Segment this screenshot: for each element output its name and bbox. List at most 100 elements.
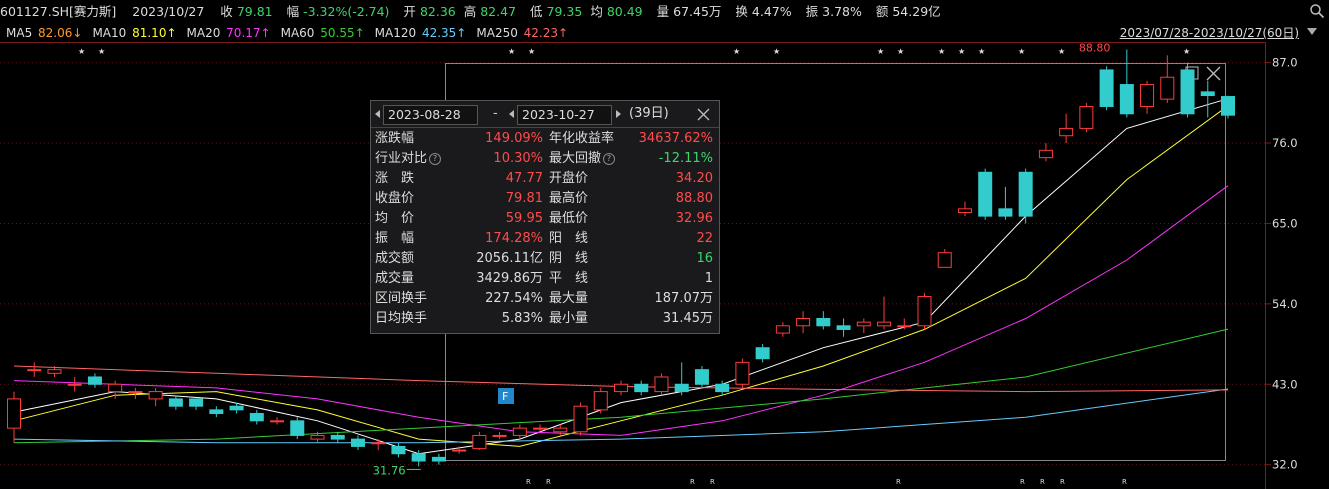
avg-label: 均: [590, 4, 603, 19]
stat-value: 34637.62%: [638, 131, 713, 146]
y-tick-label: 32.0: [1272, 458, 1298, 472]
start-date-field[interactable]: 2023-08-28: [383, 105, 478, 125]
candle-down: [978, 171, 993, 217]
help-icon[interactable]: ?: [429, 152, 442, 165]
panel-header: 2023-08-28 - 2023-10-27 (39日): [371, 101, 719, 128]
quote-header: 601127.SH[赛力斯] 2023/10/27 收 79.81 幅 -3.32%…: [0, 0, 1329, 24]
r-marker: R: [710, 478, 715, 486]
candle-up: [593, 391, 608, 411]
candle-up: [452, 449, 467, 452]
candle-down: [350, 438, 365, 447]
candle-down: [189, 398, 204, 407]
stat-value: 187.07万: [654, 291, 714, 306]
r-marker: R: [1020, 478, 1025, 486]
prev-start-icon[interactable]: [375, 110, 380, 118]
open-label: 开: [403, 4, 416, 19]
stat-value: 88.80: [675, 191, 713, 206]
turnover-label: 换: [735, 4, 748, 19]
avg-value: 80.49: [606, 4, 643, 19]
prev-end-icon[interactable]: [509, 110, 514, 118]
ma-value-ma250: 42.23↑: [523, 26, 569, 40]
candle-down: [330, 434, 345, 440]
candle-up: [310, 434, 325, 440]
candle-up: [614, 383, 628, 393]
candle-down: [249, 413, 264, 422]
high-price-label: 88.80: [1079, 42, 1111, 54]
r-marker: R: [526, 478, 531, 486]
candle-up: [7, 398, 21, 429]
candle-up: [1038, 149, 1053, 159]
candle-up: [937, 252, 952, 268]
event-star-icon: ★: [1058, 47, 1065, 56]
low-price-label: 31.76: [373, 463, 406, 477]
close-icon[interactable]: [697, 108, 710, 121]
ma-name-ma20: MA20: [186, 26, 225, 40]
ma-value-ma120: 42.35↑: [421, 26, 467, 40]
next-end-icon[interactable]: [616, 110, 621, 118]
help-icon[interactable]: ?: [603, 152, 616, 165]
event-star-icon: ★: [897, 47, 904, 56]
stat-value: 31.45万: [662, 311, 713, 326]
close-label: 收: [220, 4, 233, 19]
r-marker: R: [1122, 478, 1127, 486]
y-tick-label: 65.0: [1272, 216, 1298, 230]
end-date-field[interactable]: 2023-10-27: [517, 105, 612, 125]
ma-name-ma250: MA250: [476, 26, 522, 40]
ma-name-ma10: MA10: [92, 26, 131, 40]
event-star-icon: ★: [78, 47, 85, 56]
ma-name-ma60: MA60: [280, 26, 319, 40]
day-count: (39日): [629, 106, 669, 121]
candle-down: [715, 383, 730, 393]
stat-value: 174.28%: [485, 231, 543, 246]
event-star-icon: ★: [98, 47, 105, 56]
candle-up: [735, 361, 750, 385]
candle-down: [1200, 91, 1215, 97]
candle-up: [1160, 76, 1175, 100]
candle-down: [1180, 69, 1195, 115]
candle-up: [654, 376, 669, 393]
event-star-icon: ★: [733, 47, 740, 56]
ma-value-ma5: 82.06↓: [38, 26, 83, 40]
search-icon[interactable]: [1309, 3, 1325, 19]
y-tick-label: 76.0: [1272, 136, 1298, 150]
candle-down: [1099, 69, 1114, 107]
candle-up: [371, 442, 386, 445]
candle-up: [775, 325, 790, 334]
stat-value: 149.09%: [485, 131, 543, 146]
low-value: 79.35: [546, 4, 583, 19]
stat-value: 227.54%: [485, 291, 543, 306]
stat-value: 5.83%: [501, 311, 543, 326]
candle-down: [168, 398, 183, 407]
event-star-icon: ★: [1018, 47, 1025, 56]
candle-down: [836, 325, 851, 330]
event-star-icon: ★: [773, 47, 780, 56]
candle-up: [1140, 84, 1155, 107]
low-label: 低: [530, 4, 543, 19]
candle-down: [87, 376, 102, 385]
ma-name-ma5: MA5: [6, 26, 37, 40]
candle-up: [796, 317, 811, 327]
f-badge-label: F: [502, 390, 508, 403]
high-label: 高: [463, 4, 477, 19]
candle-up: [1059, 127, 1074, 137]
candle-down: [674, 383, 689, 393]
high-value: 82.47: [480, 4, 517, 19]
candle-down: [411, 453, 426, 462]
range-selector[interactable]: 2023/07/28-2023/10/27(60日): [1120, 24, 1299, 42]
chevron-down-icon[interactable]: [1307, 28, 1317, 35]
stat-value: 34.20: [675, 171, 713, 186]
candle-up: [472, 434, 487, 450]
date-separator: -: [493, 106, 498, 121]
stat-value: 59.95: [505, 211, 543, 226]
r-marker: R: [690, 478, 695, 486]
amplitude-value: 3.78%: [822, 4, 862, 19]
r-marker: R: [1040, 478, 1045, 486]
y-tick-label: 54.0: [1272, 297, 1298, 311]
change-label: 幅: [286, 4, 300, 19]
candle-up: [270, 420, 285, 423]
stat-value: 3429.86万: [476, 271, 543, 286]
stat-value: 32.96: [675, 211, 713, 226]
candle-up: [27, 369, 42, 372]
turnover-value: 4.47%: [751, 4, 792, 19]
candle-up: [492, 434, 507, 437]
